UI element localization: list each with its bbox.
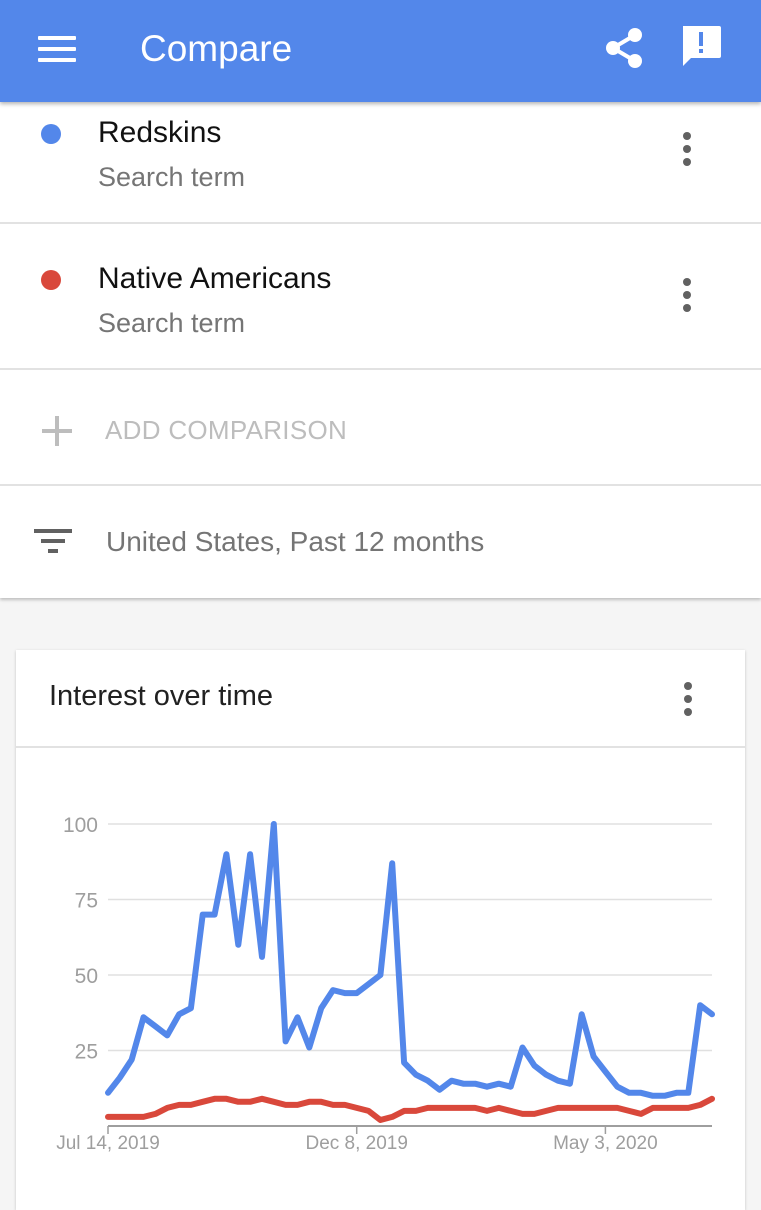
page-title: Compare [140, 28, 293, 69]
share-icon[interactable] [604, 27, 644, 69]
term-name: Native Americans [98, 262, 332, 295]
app-bar: Compare [0, 0, 761, 102]
menu-icon[interactable] [38, 36, 76, 62]
plus-icon [42, 416, 72, 446]
term-row-redskins[interactable]: Redskins Search term [0, 102, 761, 224]
add-comparison-button[interactable]: ADD COMPARISON [0, 370, 761, 486]
term-name: Redskins [98, 116, 222, 149]
x-tick-label: May 3, 2020 [553, 1133, 658, 1154]
series-line [105, 821, 715, 1099]
more-options-icon[interactable] [682, 132, 692, 172]
filter-icon [34, 529, 72, 557]
interest-over-time-card: Interest over time 25 50 75 100 Jul 14, 2019… [16, 650, 745, 1210]
x-tick-label: Jul 14, 2019 [56, 1133, 160, 1154]
series-line [105, 1095, 715, 1123]
y-tick-label: 75 [75, 890, 98, 913]
interest-chart: 25 50 75 100 Jul 14, 2019 Dec 8, 2019 May 3, 2… [56, 814, 715, 1154]
filter-label: United States, Past 12 months [106, 526, 485, 557]
term-row-native-americans[interactable]: Native Americans Search term [0, 224, 761, 370]
feedback-icon[interactable] [679, 24, 723, 68]
more-options-icon[interactable] [682, 278, 692, 318]
series-color-dot [41, 270, 61, 290]
series-color-dot [41, 124, 61, 144]
y-tick-label: 25 [75, 1041, 98, 1064]
term-subtitle: Search term [98, 308, 246, 338]
term-subtitle: Search term [98, 162, 246, 192]
search-terms-panel: Redskins Search term Native Americans Se… [0, 102, 761, 598]
filter-row[interactable]: United States, Past 12 months [0, 486, 761, 598]
add-comparison-label: ADD COMPARISON [105, 415, 348, 445]
y-tick-label: 50 [75, 965, 98, 988]
x-tick-label: Dec 8, 2019 [305, 1133, 407, 1154]
y-tick-label: 100 [63, 814, 98, 837]
